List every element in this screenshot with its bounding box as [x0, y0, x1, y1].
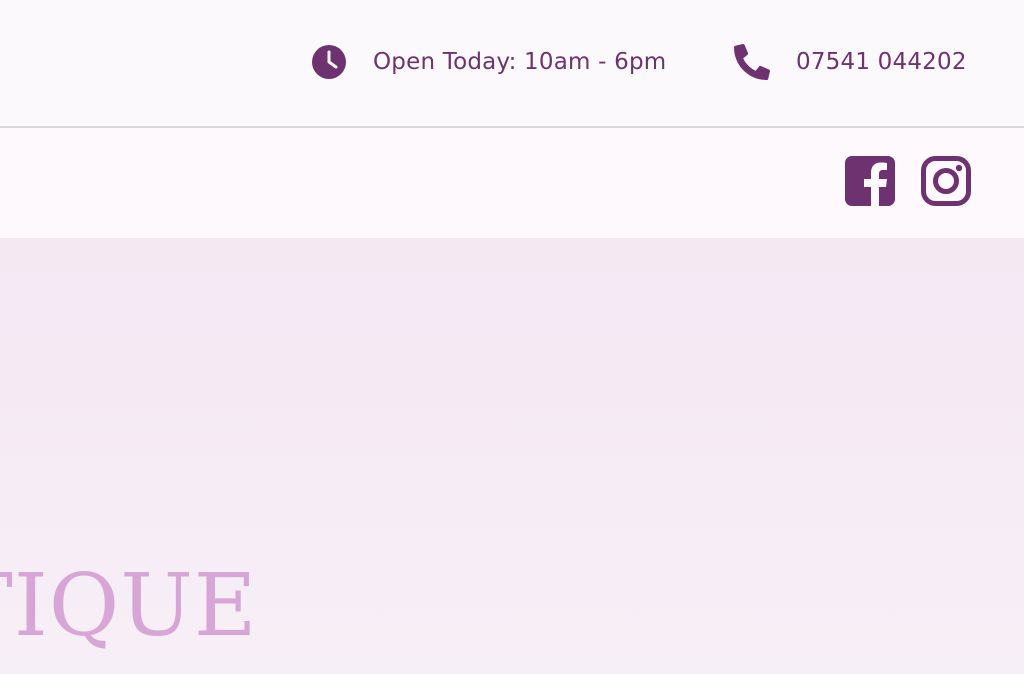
phone-icon — [734, 44, 770, 80]
clock-icon — [311, 44, 347, 80]
phone-number[interactable]: 07541 044202 — [734, 42, 967, 82]
top-info-bar: Open Today: 10am - 6pm 07541 044202 — [0, 0, 1024, 128]
instagram-link[interactable] — [920, 155, 972, 211]
hero-section: UTIQUE — [0, 238, 1024, 674]
opening-hours: Open Today: 10am - 6pm — [311, 42, 666, 82]
hero-title: UTIQUE — [0, 563, 258, 649]
social-navbar — [0, 128, 1024, 238]
opening-hours-text: Open Today: 10am - 6pm — [373, 49, 667, 75]
hero-title-text: UTIQUE — [0, 556, 258, 656]
facebook-icon[interactable] — [844, 156, 896, 211]
facebook-link[interactable] — [844, 155, 896, 211]
instagram-icon[interactable] — [920, 156, 972, 211]
phone-number-text[interactable]: 07541 044202 — [796, 49, 967, 75]
